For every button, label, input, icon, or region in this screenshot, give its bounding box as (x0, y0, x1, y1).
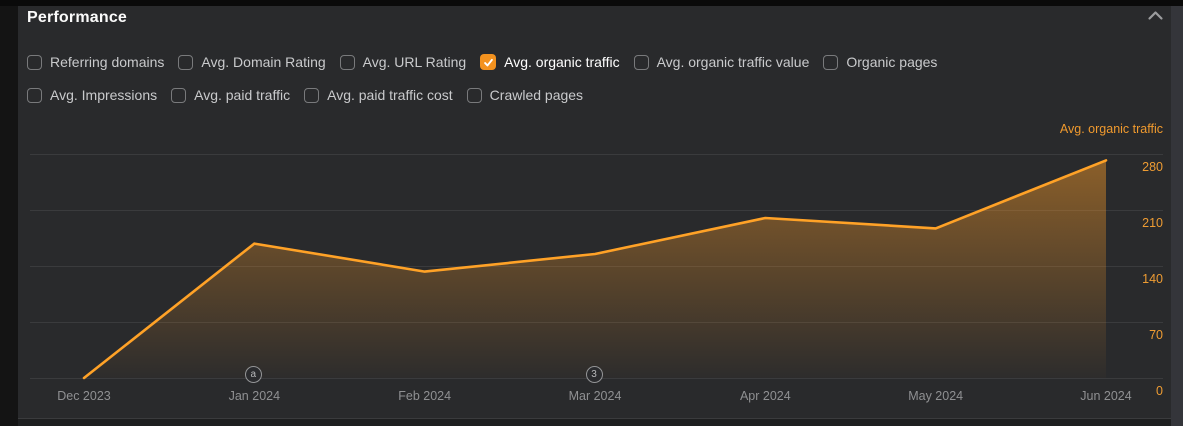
area-fill (84, 160, 1106, 378)
x-tick-label: Jan 2024 (199, 389, 309, 403)
x-tick-label: Mar 2024 (540, 389, 650, 403)
annotation-marker[interactable]: 3 (586, 366, 603, 383)
x-tick-label: Feb 2024 (370, 389, 480, 403)
x-tick-label: Dec 2023 (29, 389, 139, 403)
annotation-marker[interactable]: a (245, 366, 262, 383)
x-tick-label: Jun 2024 (1051, 389, 1161, 403)
x-tick-label: May 2024 (881, 389, 991, 403)
x-tick-label: Apr 2024 (710, 389, 820, 403)
performance-chart[interactable]: Avg. organic traffic 280210140700 Dec 20… (0, 0, 1183, 426)
traffic-area-series (0, 0, 1183, 426)
